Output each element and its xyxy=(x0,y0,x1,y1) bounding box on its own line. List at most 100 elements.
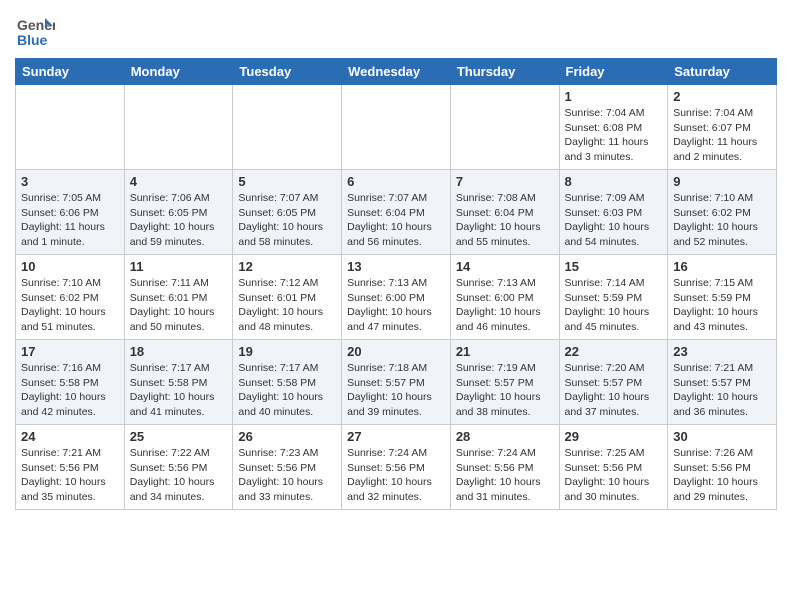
calendar-day-cell: 21 Sunrise: 7:19 AM Sunset: 5:57 PM Dayli… xyxy=(450,340,559,425)
day-number: 19 xyxy=(238,344,336,359)
day-info: Sunrise: 7:13 AM Sunset: 6:00 PM Dayligh… xyxy=(347,276,445,335)
day-number: 6 xyxy=(347,174,445,189)
calendar-day-cell: 16 Sunrise: 7:15 AM Sunset: 5:59 PM Dayli… xyxy=(668,255,777,340)
day-number: 28 xyxy=(456,429,554,444)
day-info: Sunrise: 7:22 AM Sunset: 5:56 PM Dayligh… xyxy=(130,446,228,505)
day-info: Sunrise: 7:24 AM Sunset: 5:56 PM Dayligh… xyxy=(456,446,554,505)
calendar-week-1: 1 Sunrise: 7:04 AM Sunset: 6:08 PM Daylig… xyxy=(16,85,777,170)
calendar-day-cell xyxy=(233,85,342,170)
calendar-week-5: 24Sunrise: 7:21 AM Sunset: 5:56 PM Dayli… xyxy=(16,425,777,510)
day-info: Sunrise: 7:23 AM Sunset: 5:56 PM Dayligh… xyxy=(238,446,336,505)
day-info: Sunrise: 7:09 AM Sunset: 6:03 PM Dayligh… xyxy=(565,191,663,250)
day-number: 16 xyxy=(673,259,771,274)
calendar-day-cell: 12 Sunrise: 7:12 AM Sunset: 6:01 PM Dayli… xyxy=(233,255,342,340)
day-number: 12 xyxy=(238,259,336,274)
calendar-day-cell: 26 Sunrise: 7:23 AM Sunset: 5:56 PM Dayli… xyxy=(233,425,342,510)
calendar-table: SundayMondayTuesdayWednesdayThursdayFrid… xyxy=(15,58,777,510)
day-info: Sunrise: 7:25 AM Sunset: 5:56 PM Dayligh… xyxy=(565,446,663,505)
calendar-day-cell: 20Sunrise: 7:18 AM Sunset: 5:57 PM Dayli… xyxy=(342,340,451,425)
calendar-day-cell: 8 Sunrise: 7:09 AM Sunset: 6:03 PM Daylig… xyxy=(559,170,668,255)
weekday-header-row: SundayMondayTuesdayWednesdayThursdayFrid… xyxy=(16,59,777,85)
day-number: 8 xyxy=(565,174,663,189)
day-number: 9 xyxy=(673,174,771,189)
calendar-day-cell: 10 Sunrise: 7:10 AM Sunset: 6:02 PM Dayli… xyxy=(16,255,125,340)
calendar-day-cell: 22Sunrise: 7:20 AM Sunset: 5:57 PM Dayli… xyxy=(559,340,668,425)
calendar-day-cell: 27 Sunrise: 7:24 AM Sunset: 5:56 PM Dayli… xyxy=(342,425,451,510)
day-info: Sunrise: 7:05 AM Sunset: 6:06 PM Dayligh… xyxy=(21,191,119,250)
calendar-day-cell: 3Sunrise: 7:05 AM Sunset: 6:06 PM Daylig… xyxy=(16,170,125,255)
calendar-week-3: 10 Sunrise: 7:10 AM Sunset: 6:02 PM Dayli… xyxy=(16,255,777,340)
weekday-header-wednesday: Wednesday xyxy=(342,59,451,85)
calendar-day-cell: 2 Sunrise: 7:04 AM Sunset: 6:07 PM Daylig… xyxy=(668,85,777,170)
day-number: 1 xyxy=(565,89,663,104)
calendar-day-cell: 25 Sunrise: 7:22 AM Sunset: 5:56 PM Dayli… xyxy=(124,425,233,510)
svg-text:Blue: Blue xyxy=(17,32,48,48)
calendar-week-2: 3Sunrise: 7:05 AM Sunset: 6:06 PM Daylig… xyxy=(16,170,777,255)
day-number: 18 xyxy=(130,344,228,359)
calendar-day-cell: 24Sunrise: 7:21 AM Sunset: 5:56 PM Dayli… xyxy=(16,425,125,510)
calendar-header: SundayMondayTuesdayWednesdayThursdayFrid… xyxy=(16,59,777,85)
day-info: Sunrise: 7:11 AM Sunset: 6:01 PM Dayligh… xyxy=(130,276,228,335)
weekday-header-thursday: Thursday xyxy=(450,59,559,85)
day-info: Sunrise: 7:26 AM Sunset: 5:56 PM Dayligh… xyxy=(673,446,771,505)
day-info: Sunrise: 7:07 AM Sunset: 6:04 PM Dayligh… xyxy=(347,191,445,250)
day-info: Sunrise: 7:08 AM Sunset: 6:04 PM Dayligh… xyxy=(456,191,554,250)
day-info: Sunrise: 7:15 AM Sunset: 5:59 PM Dayligh… xyxy=(673,276,771,335)
weekday-header-saturday: Saturday xyxy=(668,59,777,85)
day-number: 17 xyxy=(21,344,119,359)
weekday-header-friday: Friday xyxy=(559,59,668,85)
day-number: 10 xyxy=(21,259,119,274)
day-number: 24 xyxy=(21,429,119,444)
calendar-day-cell: 29Sunrise: 7:25 AM Sunset: 5:56 PM Dayli… xyxy=(559,425,668,510)
day-number: 25 xyxy=(130,429,228,444)
calendar-day-cell: 15 Sunrise: 7:14 AM Sunset: 5:59 PM Dayli… xyxy=(559,255,668,340)
calendar-day-cell xyxy=(450,85,559,170)
day-number: 22 xyxy=(565,344,663,359)
weekday-header-monday: Monday xyxy=(124,59,233,85)
logo-icon: General Blue xyxy=(15,10,55,50)
day-number: 14 xyxy=(456,259,554,274)
day-number: 5 xyxy=(238,174,336,189)
day-info: Sunrise: 7:19 AM Sunset: 5:57 PM Dayligh… xyxy=(456,361,554,420)
day-info: Sunrise: 7:24 AM Sunset: 5:56 PM Dayligh… xyxy=(347,446,445,505)
page-header: General Blue xyxy=(15,10,777,50)
day-info: Sunrise: 7:04 AM Sunset: 6:07 PM Dayligh… xyxy=(673,106,771,165)
calendar-day-cell: 28 Sunrise: 7:24 AM Sunset: 5:56 PM Dayli… xyxy=(450,425,559,510)
day-number: 30 xyxy=(673,429,771,444)
day-number: 2 xyxy=(673,89,771,104)
calendar-day-cell: 23 Sunrise: 7:21 AM Sunset: 5:57 PM Dayli… xyxy=(668,340,777,425)
day-info: Sunrise: 7:10 AM Sunset: 6:02 PM Dayligh… xyxy=(21,276,119,335)
day-info: Sunrise: 7:18 AM Sunset: 5:57 PM Dayligh… xyxy=(347,361,445,420)
day-info: Sunrise: 7:12 AM Sunset: 6:01 PM Dayligh… xyxy=(238,276,336,335)
day-info: Sunrise: 7:14 AM Sunset: 5:59 PM Dayligh… xyxy=(565,276,663,335)
day-info: Sunrise: 7:21 AM Sunset: 5:57 PM Dayligh… xyxy=(673,361,771,420)
calendar-day-cell: 17 Sunrise: 7:16 AM Sunset: 5:58 PM Dayli… xyxy=(16,340,125,425)
day-number: 4 xyxy=(130,174,228,189)
day-info: Sunrise: 7:10 AM Sunset: 6:02 PM Dayligh… xyxy=(673,191,771,250)
calendar-day-cell: 6 Sunrise: 7:07 AM Sunset: 6:04 PM Daylig… xyxy=(342,170,451,255)
weekday-header-sunday: Sunday xyxy=(16,59,125,85)
day-info: Sunrise: 7:17 AM Sunset: 5:58 PM Dayligh… xyxy=(238,361,336,420)
day-number: 15 xyxy=(565,259,663,274)
day-info: Sunrise: 7:06 AM Sunset: 6:05 PM Dayligh… xyxy=(130,191,228,250)
day-info: Sunrise: 7:04 AM Sunset: 6:08 PM Dayligh… xyxy=(565,106,663,165)
calendar-day-cell: 19 Sunrise: 7:17 AM Sunset: 5:58 PM Dayli… xyxy=(233,340,342,425)
day-info: Sunrise: 7:07 AM Sunset: 6:05 PM Dayligh… xyxy=(238,191,336,250)
day-info: Sunrise: 7:17 AM Sunset: 5:58 PM Dayligh… xyxy=(130,361,228,420)
calendar-day-cell: 14Sunrise: 7:13 AM Sunset: 6:00 PM Dayli… xyxy=(450,255,559,340)
day-number: 13 xyxy=(347,259,445,274)
calendar-day-cell: 1 Sunrise: 7:04 AM Sunset: 6:08 PM Daylig… xyxy=(559,85,668,170)
day-number: 26 xyxy=(238,429,336,444)
logo: General Blue xyxy=(15,10,59,50)
day-number: 23 xyxy=(673,344,771,359)
calendar-day-cell: 30 Sunrise: 7:26 AM Sunset: 5:56 PM Dayli… xyxy=(668,425,777,510)
calendar-day-cell: 4 Sunrise: 7:06 AM Sunset: 6:05 PM Daylig… xyxy=(124,170,233,255)
day-info: Sunrise: 7:16 AM Sunset: 5:58 PM Dayligh… xyxy=(21,361,119,420)
weekday-header-tuesday: Tuesday xyxy=(233,59,342,85)
day-number: 27 xyxy=(347,429,445,444)
calendar-day-cell: 9 Sunrise: 7:10 AM Sunset: 6:02 PM Daylig… xyxy=(668,170,777,255)
day-number: 11 xyxy=(130,259,228,274)
calendar-day-cell: 18 Sunrise: 7:17 AM Sunset: 5:58 PM Dayli… xyxy=(124,340,233,425)
calendar-week-4: 17 Sunrise: 7:16 AM Sunset: 5:58 PM Dayli… xyxy=(16,340,777,425)
day-number: 21 xyxy=(456,344,554,359)
